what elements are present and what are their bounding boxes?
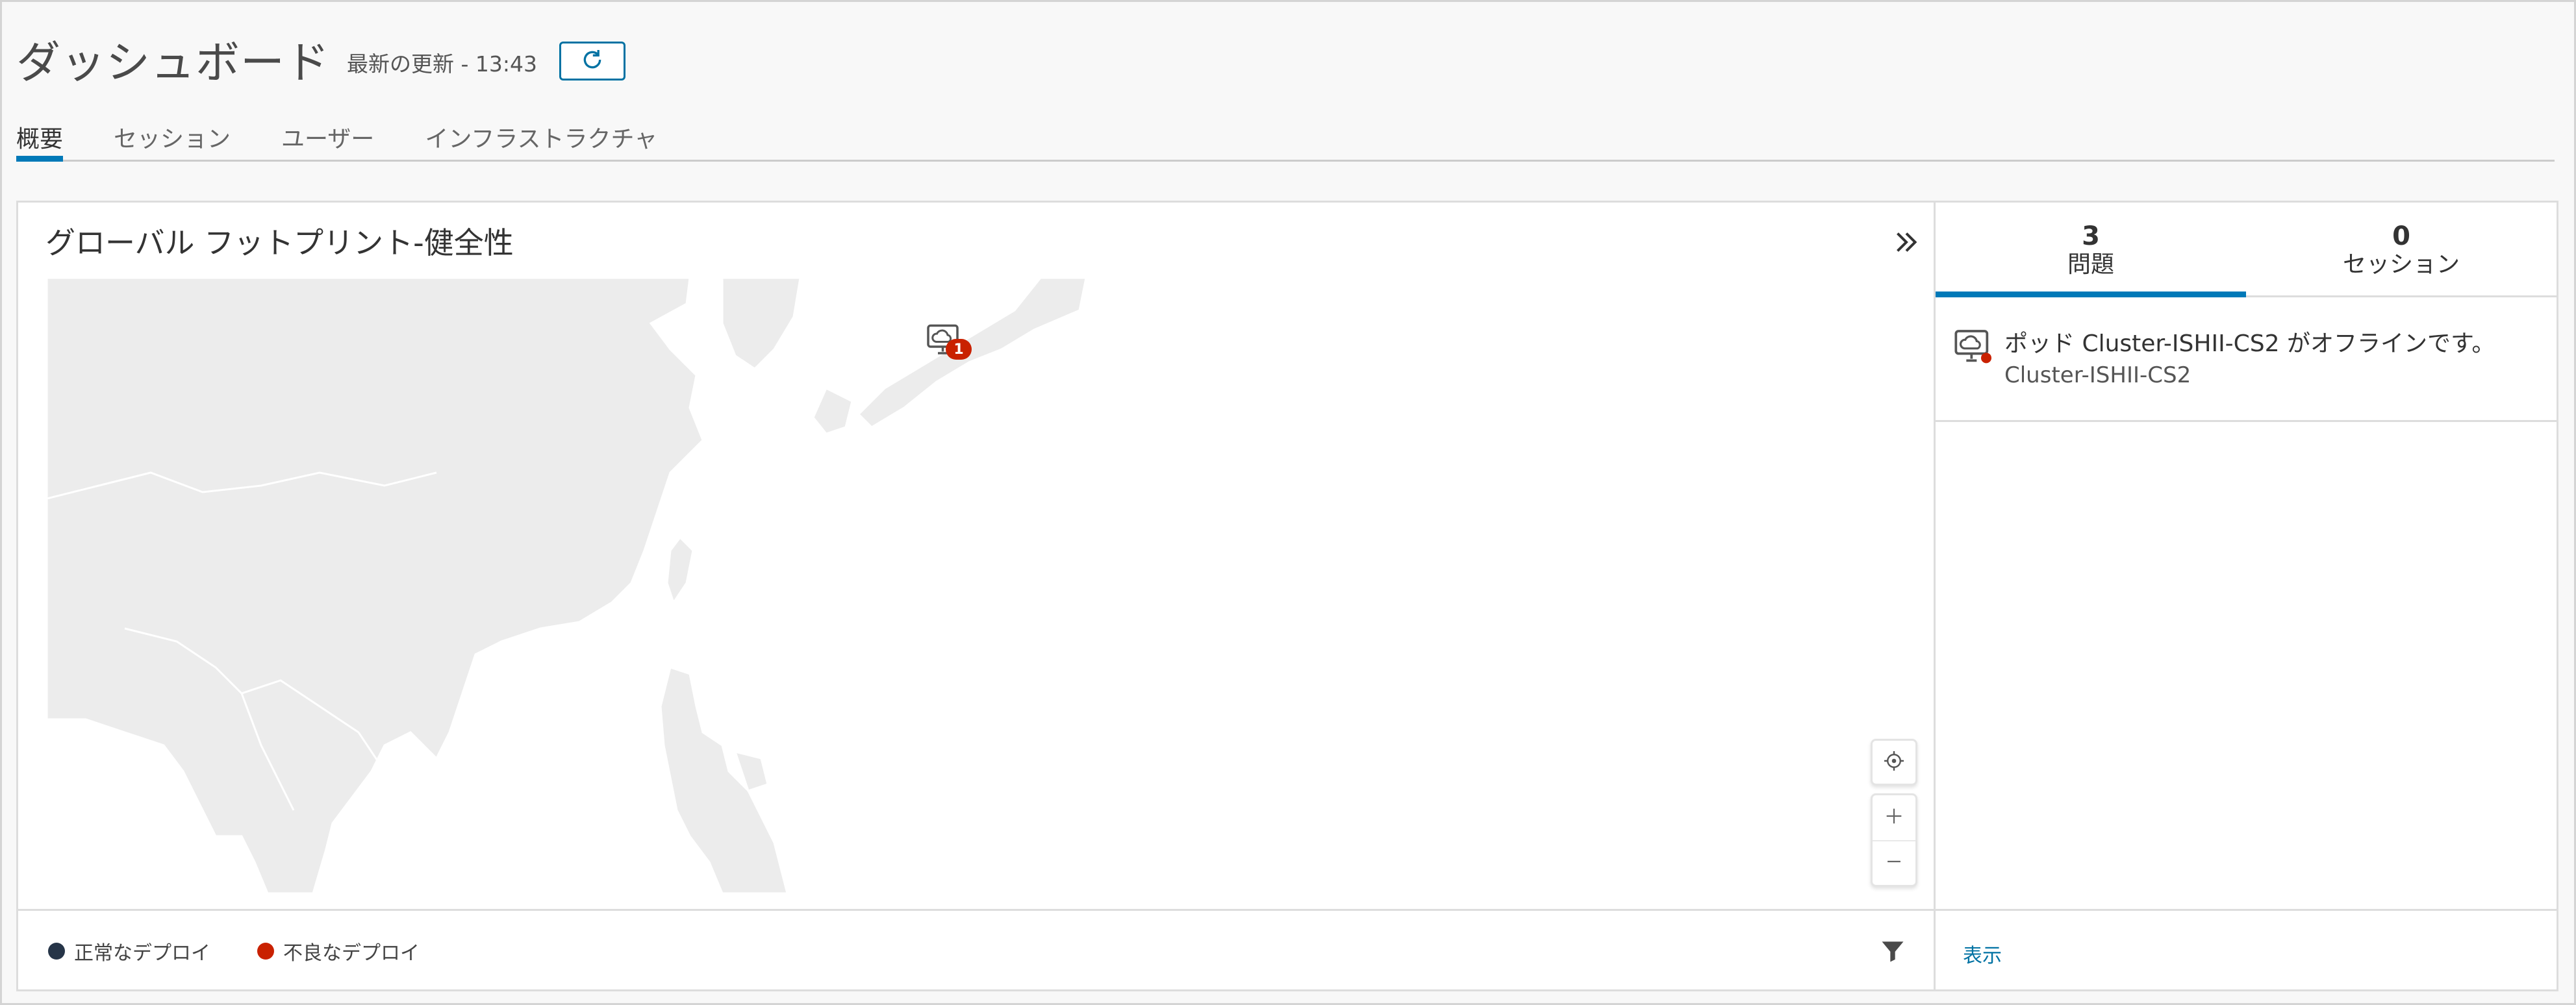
last-update-text: 最新の更新 - 13:43 [347,51,538,77]
legend-bar: 正常なデプロイ 不良なデプロイ [18,909,1936,989]
map-land-shapes [47,278,1087,893]
legend-healthy-label: 正常なデプロイ [74,942,210,965]
tab-infrastructure[interactable]: インフラストラクチャ [425,112,657,160]
map-title: グローバル フットプリント-健全性 [45,225,514,260]
tab-overview[interactable]: 概要 [16,112,64,162]
legend-unhealthy-label: 不良なデプロイ [283,942,420,965]
refresh-button[interactable] [559,42,626,81]
locate-icon [1882,749,1906,775]
marker-count: 1 [953,341,964,358]
minus-icon [1883,850,1905,875]
tab-sessions[interactable]: セッション [114,112,231,160]
plus-icon [1883,805,1905,830]
view-link[interactable]: 表示 [1963,939,2002,968]
sessions-count: 0 [2392,221,2410,251]
legend-unhealthy: 不良なデプロイ [257,937,420,965]
healthy-dot [48,943,65,960]
tab-side-sessions[interactable]: 0 セッション [2246,203,2557,295]
issues-panel: 3 問題 0 セッション ポッド Cluster-ISHII-CS2 がオフライ… [1936,203,2557,989]
map-legend: 正常なデプロイ 不良なデプロイ [48,937,466,965]
page-title: ダッシュボード [16,37,331,89]
zoom-control [1871,793,1917,887]
issues-count: 3 [2082,221,2100,251]
tab-users[interactable]: ユーザー [281,112,374,160]
issue-title: ポッド Cluster-ISHII-CS2 がオフラインです。 [2004,330,2495,357]
zoom-in-button[interactable] [1873,795,1915,840]
issue-item[interactable]: ポッド Cluster-ISHII-CS2 がオフラインです。 Cluster-… [1936,297,2557,422]
issues-label: 問題 [2067,251,2114,278]
sessions-label: セッション [2342,251,2460,278]
filter-button[interactable] [1878,937,1907,965]
health-card: グローバル フットプリント-健全性 1 正常なデプロイ 不良なデプロイ 3 問題… [16,201,2558,991]
issues-footer: 表示 [1936,909,2557,989]
filter-icon [1878,941,1907,968]
double-chevron-right-icon [1889,232,1924,262]
issues-tabs: 3 問題 0 セッション [1936,203,2557,297]
cloud-pod-icon [1952,326,1998,371]
world-map[interactable]: 1 [47,278,1924,893]
marker-count-badge: 1 [946,339,972,360]
main-tabs: 概要 セッション ユーザー インフラストラクチャ [16,112,2555,162]
legend-healthy: 正常なデプロイ [48,937,210,965]
app-window: ダッシュボード 最新の更新 - 13:43 概要 セッション ユーザー インフラ… [0,0,2576,1005]
collapse-button[interactable] [1889,225,1924,260]
tab-issues[interactable]: 3 問題 [1936,203,2246,297]
refresh-icon [579,47,605,75]
issue-subtitle: Cluster-ISHII-CS2 [2004,362,2191,388]
pod-marker[interactable]: 1 [925,321,983,366]
unhealthy-dot [257,943,274,960]
map-panel: グローバル フットプリント-健全性 1 [18,203,1936,909]
locate-button[interactable] [1871,739,1917,786]
zoom-out-button[interactable] [1873,839,1915,885]
page-header: ダッシュボード 最新の更新 - 13:43 [16,29,626,89]
